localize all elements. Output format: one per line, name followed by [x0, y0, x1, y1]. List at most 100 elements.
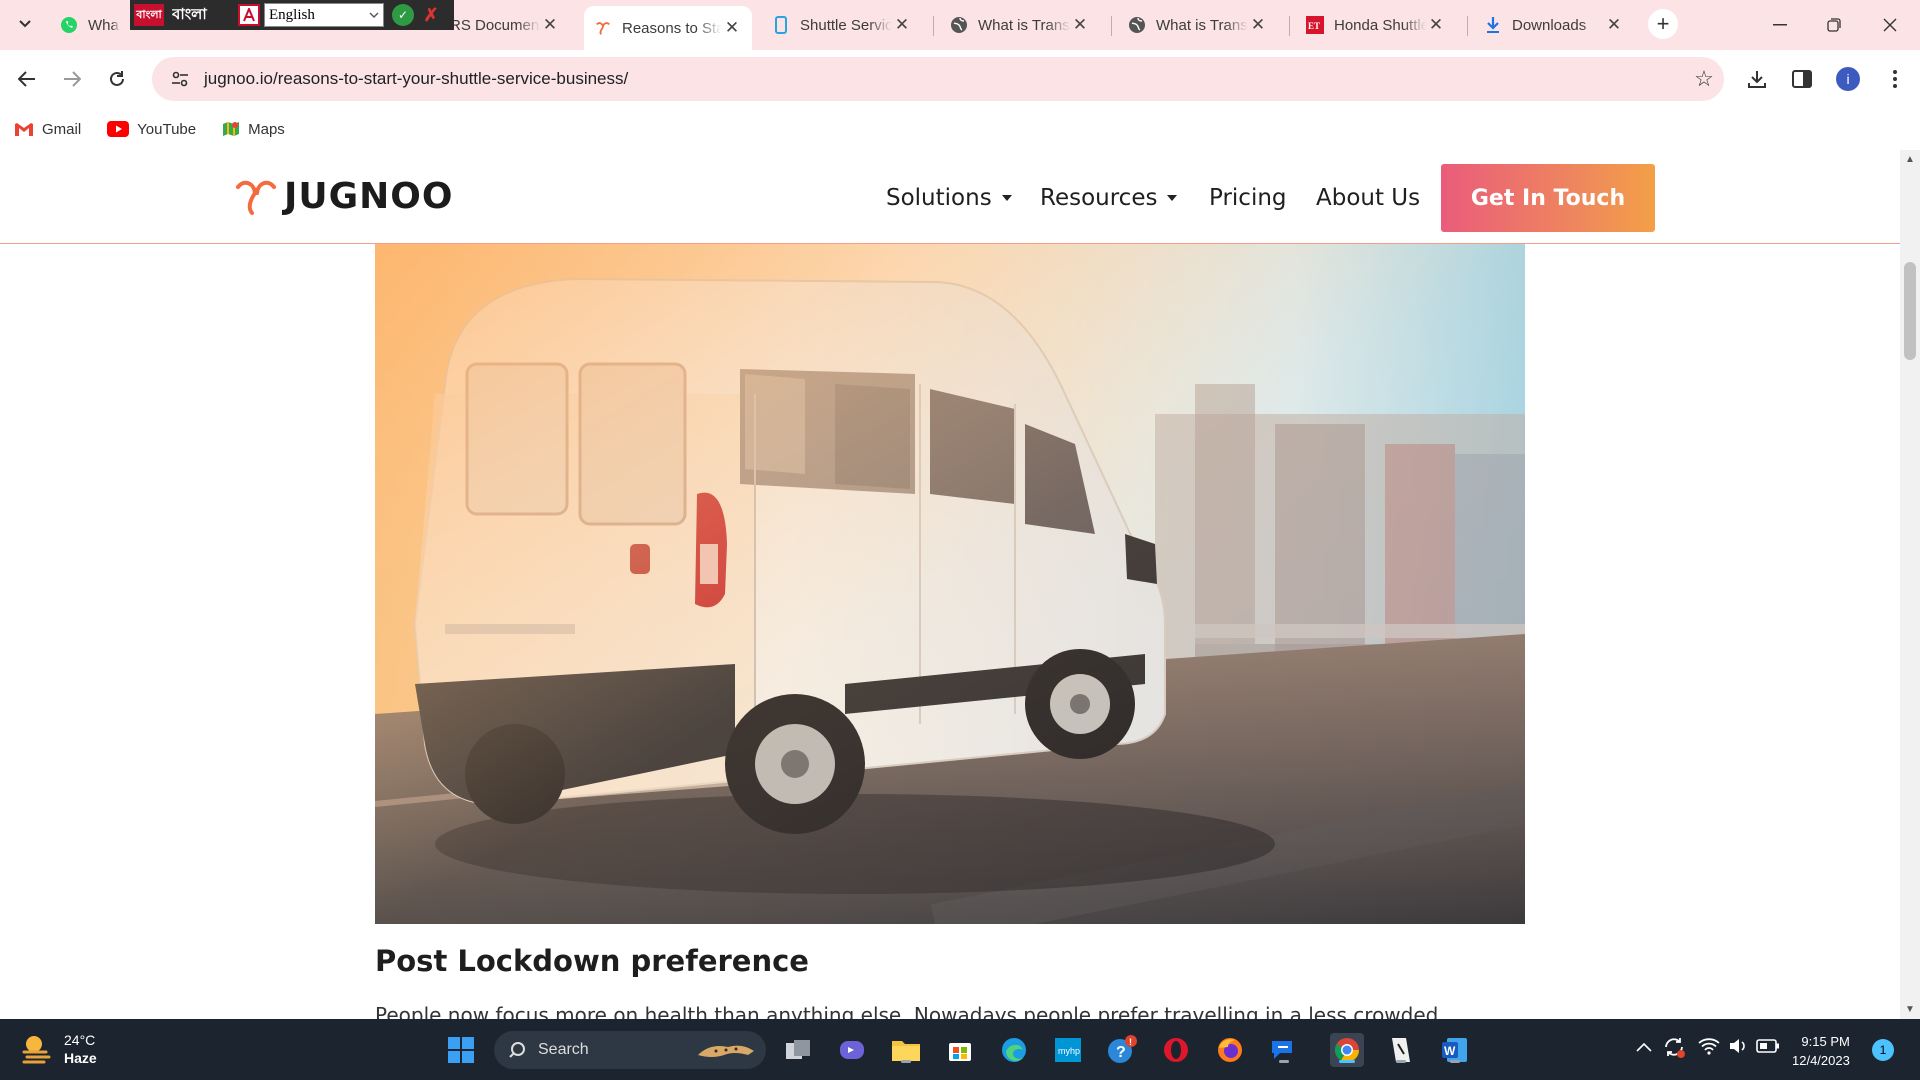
tab-search-button[interactable] [10, 9, 40, 39]
opera-icon [1164, 1038, 1188, 1062]
app-active-indicator [1339, 1060, 1355, 1063]
side-panel-button[interactable] [1787, 64, 1817, 94]
svg-text:ET: ET [1308, 21, 1320, 31]
taskbar-firefox[interactable] [1213, 1033, 1247, 1067]
app-running-indicator [1450, 1060, 1460, 1063]
scroll-down-icon[interactable]: ▼ [1900, 1004, 1920, 1015]
nav-pricing[interactable]: Pricing [1209, 176, 1287, 220]
close-window-button[interactable] [1862, 0, 1918, 50]
nav-about-us[interactable]: About Us [1316, 176, 1420, 220]
reload-button[interactable] [102, 64, 132, 94]
tab-title: Downloads [1512, 16, 1587, 34]
jugnoo-logo-icon [236, 180, 276, 215]
close-icon[interactable]: ✕ [1070, 15, 1090, 35]
et-icon: ET [1306, 16, 1324, 34]
bookmark-maps[interactable]: Maps [222, 120, 285, 138]
page-scrollbar[interactable]: ▲ ▼ [1900, 150, 1920, 1019]
arrow-left-icon [18, 71, 35, 87]
taskbar-quick-assist[interactable] [1267, 1033, 1301, 1067]
taskbar-word[interactable]: W [1438, 1033, 1472, 1067]
nav-solutions[interactable]: Solutions [886, 176, 1012, 220]
tab-what-is-transport-2[interactable]: What is Transport ✕ [1118, 6, 1278, 44]
back-button[interactable] [12, 64, 42, 94]
taskbar-help[interactable]: ?! [1105, 1033, 1139, 1067]
restore-button[interactable] [1806, 0, 1862, 50]
search-highlight-cheetah-icon [698, 1045, 754, 1057]
taskbar-search[interactable]: Search [494, 1031, 766, 1069]
site-settings-icon[interactable] [160, 71, 200, 87]
volume-icon[interactable] [1728, 1037, 1748, 1058]
ime-enable-icon[interactable]: ✓ [392, 4, 414, 26]
page-viewport: JUGNOO Solutions Resources Pricing About… [0, 150, 1900, 1019]
minimize-button[interactable] [1752, 0, 1808, 50]
tab-downloads[interactable]: Downloads ✕ [1474, 6, 1634, 44]
myhp-icon: myhp [1055, 1038, 1081, 1062]
whatsapp-icon [60, 16, 78, 34]
taskbar-myhp[interactable]: myhp [1051, 1033, 1085, 1067]
scrollbar-thumb[interactable] [1904, 262, 1916, 360]
article-paragraph: People now focus more on health than any… [375, 1003, 1439, 1019]
tray-overflow-icon[interactable] [1636, 1039, 1652, 1055]
phone-icon [772, 16, 790, 34]
taskbar-edge[interactable] [997, 1033, 1031, 1067]
ime-close-icon[interactable]: ✗ [420, 4, 442, 26]
notification-badge[interactable]: 1 [1872, 1039, 1894, 1061]
taskbar-chrome[interactable] [1330, 1033, 1364, 1067]
taskbar-opera[interactable] [1159, 1033, 1193, 1067]
tab-shuttle-service[interactable]: Shuttle Service ✕ [762, 6, 922, 44]
close-icon[interactable]: ✕ [1604, 15, 1624, 35]
tab-reasons-active[interactable]: Reasons to Start your Shuttle Service Bu… [584, 6, 752, 50]
plus-icon: + [1656, 11, 1670, 36]
tab-honda-shuttle[interactable]: ET Honda Shuttle ✕ [1296, 6, 1456, 44]
close-icon[interactable]: ✕ [1426, 15, 1446, 35]
taskbar-teams[interactable] [835, 1033, 869, 1067]
profile-avatar[interactable]: i [1836, 67, 1860, 91]
svg-text:myhp: myhp [1058, 1046, 1080, 1056]
close-icon[interactable]: ✕ [722, 18, 742, 38]
address-url[interactable]: jugnoo.io/reasons-to-start-your-shuttle-… [204, 69, 1684, 89]
arrow-right-icon [64, 71, 81, 87]
get-in-touch-button[interactable]: Get In Touch [1441, 164, 1655, 232]
downloads-button[interactable] [1742, 64, 1772, 94]
start-button[interactable] [444, 1033, 478, 1067]
close-icon[interactable]: ✕ [540, 15, 560, 35]
taskbar-task-view[interactable] [781, 1033, 815, 1067]
taskbar-snipping[interactable] [1384, 1033, 1418, 1067]
taskbar-file-explorer[interactable] [889, 1033, 923, 1067]
taskbar-store[interactable] [943, 1033, 977, 1067]
battery-icon[interactable] [1756, 1038, 1780, 1057]
wifi-icon[interactable] [1698, 1037, 1720, 1058]
close-icon[interactable]: ✕ [1248, 15, 1268, 35]
forward-button[interactable] [57, 64, 87, 94]
new-tab-button[interactable]: + [1648, 9, 1678, 39]
nav-label: About Us [1316, 185, 1421, 211]
bookmark-star-icon[interactable]: ☆ [1684, 66, 1724, 92]
sync-icon[interactable] [1662, 1035, 1686, 1062]
tab-rs-document[interactable]: RS Document ✕ [440, 6, 570, 44]
app-running-indicator [1279, 1060, 1289, 1063]
bookmark-gmail[interactable]: Gmail [14, 121, 81, 138]
tab-title: RS Document [450, 16, 540, 34]
jugnoo-logo[interactable]: JUGNOO [234, 176, 454, 217]
nav-resources[interactable]: Resources [1040, 176, 1178, 220]
tab-separator [1467, 16, 1468, 36]
weather-widget[interactable]: 24°C Haze [20, 1031, 97, 1067]
ime-language-select[interactable]: English [264, 3, 384, 27]
tab-title: WhatsApp [88, 16, 120, 34]
bookmark-youtube[interactable]: YouTube [107, 121, 196, 138]
reload-icon [110, 71, 124, 86]
taskbar-clock[interactable]: 9:15 PM 12/4/2023 [1792, 1032, 1850, 1070]
tab-what-is-transport-1[interactable]: What is Transport ✕ [940, 6, 1100, 44]
browser-menu-button[interactable] [1880, 64, 1910, 94]
close-icon [1883, 18, 1897, 32]
restore-icon [1827, 18, 1841, 32]
section-heading: Post Lockdown preference [375, 944, 809, 978]
scroll-up-icon[interactable]: ▲ [1900, 154, 1920, 165]
tab-title: What is Transport [1156, 16, 1248, 34]
help-icon: ?! [1108, 1035, 1137, 1063]
tab-separator [1289, 16, 1290, 36]
close-icon[interactable]: ✕ [892, 15, 912, 35]
address-bar[interactable]: jugnoo.io/reasons-to-start-your-shuttle-… [152, 57, 1724, 101]
tab-whatsapp[interactable]: WhatsApp [50, 6, 130, 44]
ime-keyboard-icon[interactable] [238, 4, 260, 26]
